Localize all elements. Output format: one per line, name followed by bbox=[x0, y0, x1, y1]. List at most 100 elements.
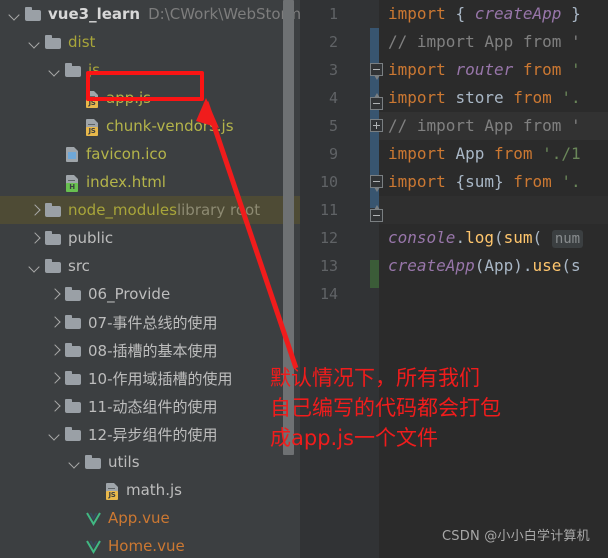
folder-icon bbox=[65, 426, 82, 442]
chevron-right-icon[interactable] bbox=[48, 315, 62, 329]
tree-row-dist[interactable]: dist bbox=[0, 28, 300, 56]
toggle-spacer bbox=[48, 175, 62, 189]
code-line-12: console.log(sum( num bbox=[388, 224, 584, 252]
tree-row-06_Provide[interactable]: 06_Provide bbox=[0, 280, 300, 308]
indent-spacer bbox=[0, 238, 28, 239]
tree-row-11-[interactable]: 11-动态组件的使用 bbox=[0, 392, 300, 420]
line-number: 5 bbox=[328, 117, 338, 135]
tree-row-favicon.ico[interactable]: favicon.ico bbox=[0, 140, 300, 168]
image-thumb bbox=[68, 151, 76, 159]
folder-icon bbox=[65, 342, 82, 358]
line-number: 2 bbox=[328, 33, 338, 51]
indent-spacer bbox=[0, 546, 68, 547]
indent-spacer bbox=[0, 406, 48, 407]
tree-item-label: 07-事件总线的使用 bbox=[88, 313, 218, 332]
tree-item-label: math.js bbox=[126, 481, 182, 499]
indent-spacer bbox=[0, 266, 28, 267]
chevron-down-icon[interactable] bbox=[28, 35, 42, 49]
indent-spacer bbox=[0, 98, 68, 99]
tree-item-label: App.vue bbox=[108, 509, 170, 527]
ide-screenshot: vue3_learn D:\CWork\WebStorm dist js JS app.j… bbox=[0, 0, 608, 558]
js-file-icon: JS bbox=[105, 482, 120, 500]
tree-row-vue3_learn[interactable]: vue3_learn D:\CWork\WebStorm bbox=[0, 0, 300, 28]
indent-spacer bbox=[0, 490, 88, 491]
code-line-1: import { createApp } bbox=[388, 4, 581, 23]
tree-row-math.js[interactable]: JS math.js bbox=[0, 476, 300, 504]
code-line-10: import {sum} from '. bbox=[388, 172, 581, 191]
line-number: 11 bbox=[319, 201, 338, 219]
tree-row-src[interactable]: src bbox=[0, 252, 300, 280]
js-badge: JS bbox=[86, 126, 98, 136]
tree-item-label: utils bbox=[108, 453, 140, 471]
folder-icon bbox=[45, 34, 62, 50]
folder-icon bbox=[65, 370, 82, 386]
tree-row-App.vue[interactable]: App.vue bbox=[0, 504, 300, 532]
chevron-down-icon[interactable] bbox=[48, 63, 62, 77]
folder-icon bbox=[45, 258, 62, 274]
toggle-spacer bbox=[68, 119, 82, 133]
annotation-note-text: 默认情况下，所有我们 自己编写的代码都会打包 成app.js一个文件 bbox=[270, 366, 501, 450]
chevron-down-icon[interactable] bbox=[68, 455, 82, 469]
watermark-text: CSDN @小小白学计算机 bbox=[442, 529, 590, 544]
chevron-right-icon[interactable] bbox=[48, 371, 62, 385]
indent-spacer bbox=[0, 182, 48, 183]
tree-item-label: 06_Provide bbox=[88, 285, 171, 303]
folder-icon bbox=[65, 314, 82, 330]
chevron-right-icon[interactable] bbox=[28, 231, 42, 245]
chevron-right-icon[interactable] bbox=[48, 399, 62, 413]
tree-row-Home.vue[interactable]: Home.vue bbox=[0, 532, 300, 558]
tree-item-label: favicon.ico bbox=[86, 145, 167, 163]
html-badge: H bbox=[66, 182, 78, 192]
tree-row-chunk-vendors.js[interactable]: JS chunk-vendors.js bbox=[0, 112, 300, 140]
tree-item-label: node_modules bbox=[68, 201, 177, 219]
toggle-spacer bbox=[48, 147, 62, 161]
js-file-icon: JS bbox=[85, 118, 100, 136]
folder-icon bbox=[25, 6, 42, 22]
indent-spacer bbox=[0, 462, 68, 463]
chevron-down-icon[interactable] bbox=[48, 427, 62, 441]
folder-icon bbox=[65, 398, 82, 414]
chevron-down-icon[interactable] bbox=[8, 7, 22, 21]
tree-item-label: public bbox=[68, 229, 114, 247]
editor-gutter[interactable]: 1 2 3 4 5 9 10 11 12 13 14 bbox=[300, 0, 383, 558]
code-line-13: createApp(App).use(s bbox=[388, 256, 581, 275]
vcs-added-marker bbox=[370, 260, 379, 288]
code-text-area[interactable]: import { createApp } // import App from … bbox=[379, 0, 608, 558]
chevron-right-icon[interactable] bbox=[48, 343, 62, 357]
tree-row-10-[interactable]: 10-作用域插槽的使用 bbox=[0, 364, 300, 392]
tree-row-utils[interactable]: utils bbox=[0, 448, 300, 476]
tree-item-label: 08-插槽的基本使用 bbox=[88, 341, 218, 360]
tree-row-08-[interactable]: 08-插槽的基本使用 bbox=[0, 336, 300, 364]
tree-scrollbar-track[interactable] bbox=[283, 0, 297, 558]
toggle-spacer bbox=[88, 483, 102, 497]
indent-spacer bbox=[0, 518, 68, 519]
image-file-icon bbox=[65, 146, 80, 163]
tree-row-12-[interactable]: 12-异步组件的使用 bbox=[0, 420, 300, 448]
folder-icon bbox=[65, 286, 82, 302]
line-number: 9 bbox=[328, 145, 338, 163]
chevron-right-icon[interactable] bbox=[28, 203, 42, 217]
code-editor-panel[interactable]: 1 2 3 4 5 9 10 11 12 13 14 import { createApp } //… bbox=[300, 0, 608, 558]
tree-item-label: src bbox=[68, 257, 90, 275]
chevron-right-icon[interactable] bbox=[48, 287, 62, 301]
line-number: 12 bbox=[319, 229, 338, 247]
vue-file-icon bbox=[85, 539, 102, 554]
tree-item-label: dist bbox=[68, 33, 96, 51]
indent-spacer bbox=[0, 378, 48, 379]
toggle-spacer bbox=[68, 539, 82, 553]
indent-spacer bbox=[0, 42, 28, 43]
folder-icon bbox=[65, 62, 82, 78]
line-number: 3 bbox=[328, 61, 338, 79]
tree-row-index.html[interactable]: Hindex.html bbox=[0, 168, 300, 196]
vue-file-icon bbox=[85, 511, 102, 526]
code-line-2: // import App from ' bbox=[388, 32, 581, 51]
folder-icon bbox=[45, 202, 62, 218]
tree-row-07-[interactable]: 07-事件总线的使用 bbox=[0, 308, 300, 336]
tree-row-public[interactable]: public bbox=[0, 224, 300, 252]
chevron-down-icon[interactable] bbox=[28, 259, 42, 273]
indent-spacer bbox=[0, 126, 68, 127]
annotation-highlight-box bbox=[86, 71, 204, 101]
line-number: 14 bbox=[319, 285, 338, 303]
tree-row-node_modules[interactable]: node_modules library root bbox=[0, 196, 300, 224]
tree-item-label: vue3_learn bbox=[48, 5, 141, 23]
